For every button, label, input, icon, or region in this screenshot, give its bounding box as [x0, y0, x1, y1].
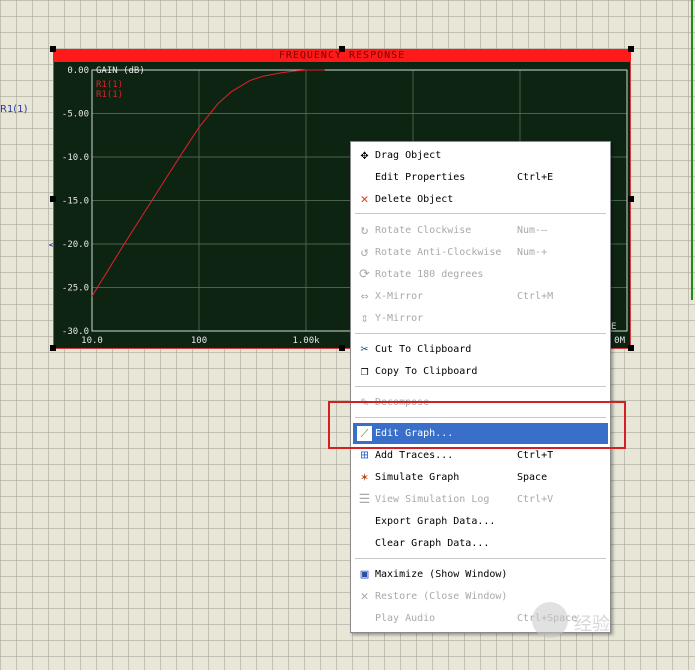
menu-item-clear-graph-data[interactable]: Clear Graph Data...	[353, 533, 608, 554]
menu-separator	[355, 333, 606, 334]
resize-handle-tm[interactable]	[339, 46, 345, 52]
menu-item-label: X-Mirror	[375, 291, 424, 302]
menu-item-label: Edit Properties	[375, 172, 466, 183]
x-mirror-icon: ⇔	[360, 289, 369, 304]
paw-logo-icon	[532, 602, 568, 638]
menu-item-shortcut: Num-—	[517, 225, 548, 236]
menu-item-label: Simulate Graph	[375, 472, 460, 483]
y-tick-label: -5.00	[62, 110, 89, 120]
y-tick-label: -20.0	[62, 240, 89, 250]
legend-entry-1: R1(1)	[96, 80, 123, 90]
resize-handle-br[interactable]	[628, 345, 634, 351]
x-tick-label: 0M	[614, 336, 625, 346]
menu-item-delete-object[interactable]: ✕ Delete Object	[353, 189, 608, 210]
trace-r1	[91, 69, 325, 297]
resize-handle-ml[interactable]	[50, 196, 56, 202]
menu-item-label: Rotate Clockwise	[375, 225, 472, 236]
delete-x-icon: ✕	[360, 192, 369, 207]
menu-item-label: Rotate 180 degrees	[375, 269, 484, 280]
menu-item-label: Play Audio	[375, 613, 436, 624]
legend-entry-2: R1(1)	[96, 90, 123, 100]
menu-item-label: Cut To Clipboard	[375, 344, 472, 355]
rotate-180-icon: ⟳	[359, 267, 370, 282]
x-tick-label: 1.00k	[292, 336, 320, 346]
watermark: 经验	[532, 602, 662, 642]
restore-x-icon: ✕	[360, 589, 369, 604]
rotate-ccw-icon: ↺	[360, 245, 369, 260]
menu-item-label: Drag Object	[375, 150, 442, 161]
menu-item-label: Rotate Anti-Clockwise	[375, 247, 502, 258]
menu-item-shortcut: Num-+	[517, 247, 548, 258]
add-traces-icon: ⊞	[360, 448, 369, 463]
menu-separator	[355, 386, 606, 387]
menu-item-label: Maximize (Show Window)	[375, 569, 508, 580]
y-mirror-icon: ⇕	[360, 311, 369, 326]
menu-item-maximize[interactable]: ▣ Maximize (Show Window)	[353, 564, 608, 585]
maximize-icon: ▣	[360, 567, 369, 582]
watermark-text: 经验	[574, 614, 610, 635]
menu-item-edit-properties[interactable]: Edit Properties Ctrl+E	[353, 167, 608, 188]
y-axis-title: GAIN (dB)	[96, 66, 145, 76]
x-tick-label: 100	[191, 336, 207, 346]
y-tick-label: -25.0	[62, 284, 89, 294]
component-label: R1(1)	[0, 104, 28, 115]
menu-item-label: Delete Object	[375, 194, 454, 205]
annotation-highlight-box	[328, 401, 626, 449]
menu-item-view-simulation-log[interactable]: ☰ View Simulation Log Ctrl+V	[353, 489, 608, 510]
y-tick-label: -10.0	[62, 153, 89, 163]
menu-separator	[355, 213, 606, 214]
log-icon: ☰	[358, 492, 371, 507]
menu-item-label: Clear Graph Data...	[375, 538, 490, 549]
menu-item-shortcut: Ctrl+E	[517, 172, 554, 183]
rotate-cw-icon: ↻	[360, 223, 369, 238]
menu-item-label: Restore (Close Window)	[375, 591, 508, 602]
menu-item-rotate-180[interactable]: ⟳ Rotate 180 degrees	[353, 264, 608, 285]
move-icon: ✥	[360, 148, 369, 163]
menu-item-cut[interactable]: ✂ Cut To Clipboard	[353, 339, 608, 360]
menu-item-shortcut: Ctrl+T	[517, 450, 554, 461]
menu-item-export-graph-data[interactable]: Export Graph Data...	[353, 511, 608, 532]
y-tick-labels: 0.00-5.00-10.0-15.0-20.0-25.0-30.0	[62, 66, 89, 337]
x-tick-label: 10.0	[81, 336, 103, 346]
resize-handle-tr[interactable]	[628, 46, 634, 52]
resize-handle-bl[interactable]	[50, 345, 56, 351]
menu-item-label: Add Traces...	[375, 450, 454, 461]
menu-item-rotate-anticlockwise[interactable]: ↺ Rotate Anti-Clockwise Num-+	[353, 242, 608, 263]
menu-item-label: Copy To Clipboard	[375, 366, 478, 377]
resize-handle-tl[interactable]	[50, 46, 56, 52]
menu-item-label: View Simulation Log	[375, 494, 490, 505]
context-menu[interactable]: ✥ Drag Object Edit Properties Ctrl+E ✕ D…	[350, 141, 611, 633]
simulate-icon: ✶	[360, 470, 369, 485]
menu-item-shortcut: Ctrl+V	[517, 494, 554, 505]
menu-item-simulate-graph[interactable]: ✶ Simulate Graph Space	[353, 467, 608, 488]
menu-item-copy[interactable]: ❐ Copy To Clipboard	[353, 361, 608, 382]
resize-handle-bm[interactable]	[339, 345, 345, 351]
menu-item-drag-object[interactable]: ✥ Drag Object	[353, 145, 608, 166]
menu-item-label: Y-Mirror	[375, 313, 424, 324]
copy-icon: ❐	[360, 364, 369, 379]
menu-item-shortcut: Ctrl+M	[517, 291, 554, 302]
menu-item-label: Export Graph Data...	[375, 516, 496, 527]
wire	[691, 0, 693, 300]
right-edge-label: E	[611, 322, 616, 332]
resize-handle-mr[interactable]	[628, 196, 634, 202]
menu-item-y-mirror[interactable]: ⇕ Y-Mirror	[353, 308, 608, 329]
y-tick-label: -15.0	[62, 197, 89, 207]
menu-item-rotate-clockwise[interactable]: ↻ Rotate Clockwise Num-—	[353, 220, 608, 241]
menu-separator	[355, 558, 606, 559]
y-tick-label: 0.00	[67, 66, 89, 76]
menu-item-x-mirror[interactable]: ⇔ X-Mirror Ctrl+M	[353, 286, 608, 307]
scissors-icon: ✂	[360, 342, 369, 357]
menu-item-shortcut: Space	[517, 472, 548, 483]
